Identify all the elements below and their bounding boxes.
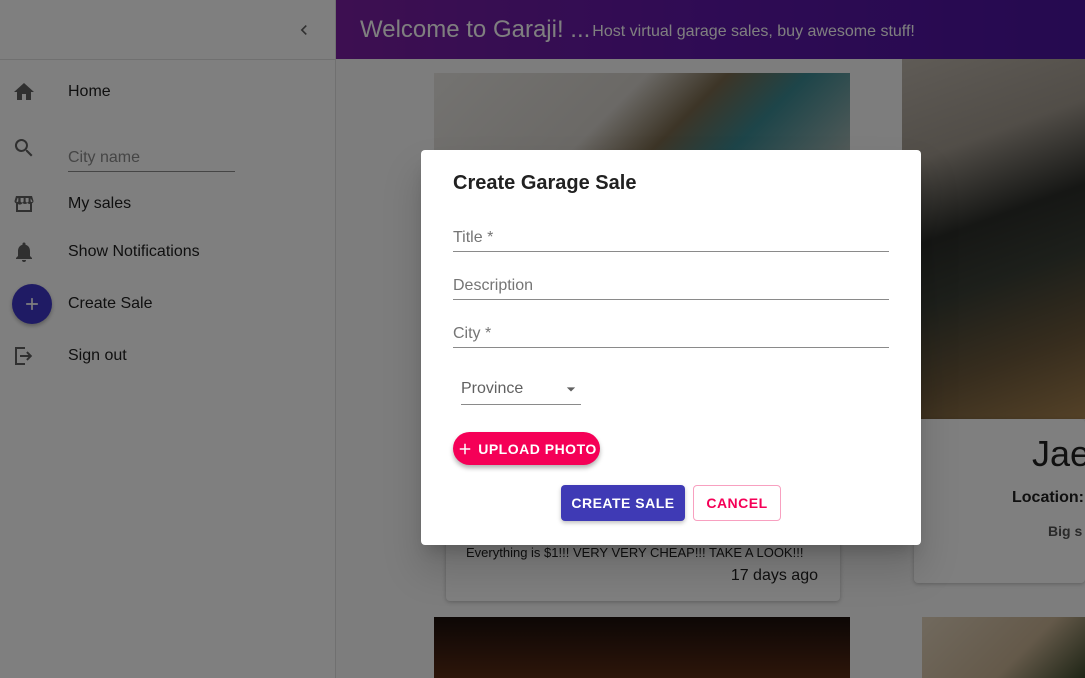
description-input[interactable] bbox=[453, 268, 889, 299]
city-field bbox=[453, 316, 889, 348]
description-field bbox=[453, 268, 889, 300]
create-sale-dialog: Create Garage Sale Province UPLOAD PHOTO… bbox=[421, 150, 921, 545]
upload-photo-button[interactable]: UPLOAD PHOTO bbox=[453, 432, 600, 465]
cancel-button[interactable]: CANCEL bbox=[693, 485, 781, 521]
city-input[interactable] bbox=[453, 316, 889, 347]
province-select[interactable]: Province bbox=[461, 374, 581, 405]
create-sale-label: CREATE SALE bbox=[571, 495, 675, 511]
create-sale-button[interactable]: CREATE SALE bbox=[561, 485, 685, 521]
cancel-label: CANCEL bbox=[706, 495, 768, 511]
dialog-title: Create Garage Sale bbox=[453, 172, 637, 194]
dropdown-arrow-icon bbox=[566, 387, 576, 392]
upload-photo-label: UPLOAD PHOTO bbox=[478, 440, 597, 457]
province-select-label: Province bbox=[461, 380, 524, 397]
title-field bbox=[453, 220, 889, 252]
add-icon bbox=[456, 440, 474, 458]
title-input[interactable] bbox=[453, 220, 889, 251]
